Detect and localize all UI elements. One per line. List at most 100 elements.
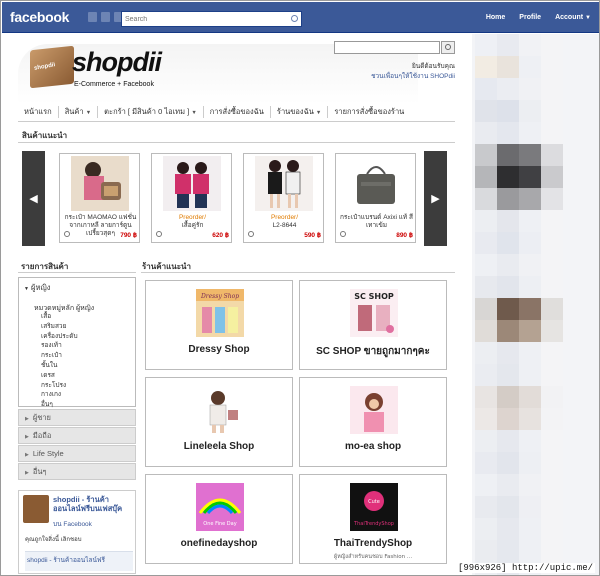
product-footer: 890 ฿ [338, 231, 415, 240]
svg-text:Cute: Cute [368, 499, 380, 505]
dropdown-icon: ▼ [191, 109, 197, 116]
messages-icon[interactable] [101, 12, 110, 22]
category-item[interactable]: กระเป๋า [41, 351, 78, 361]
nav-products[interactable]: สินค้า ▼ [59, 105, 99, 118]
friend-requests-icon[interactable] [88, 12, 97, 22]
search-icon[interactable] [291, 15, 298, 22]
facebook-like-box: shopdii - ร้านค้าออนไลน์ฟรีบนเฟสบุ๊ค บน … [18, 490, 136, 574]
nav-shop-orders[interactable]: รายการสั่งซื้อของร้าน [328, 106, 410, 118]
shop-card[interactable]: Dressy Shop Dressy Shop [145, 280, 293, 370]
shop-name: onefinedayshop [180, 538, 258, 549]
nav-label: ตะกร้า [ มีสินค้า 0 ไอเทม ] [104, 106, 190, 116]
product-image [255, 156, 313, 211]
category-item[interactable]: รองเท้า [41, 341, 78, 351]
svg-text:One Fine Day: One Fine Day [203, 521, 236, 527]
carousel-next-button[interactable]: ▶ [424, 151, 447, 246]
facebook-search [121, 11, 302, 27]
category-item[interactable]: กระโปรง [41, 381, 78, 391]
zoom-icon[interactable] [64, 231, 70, 237]
preorder-tag: Preorder/ [178, 214, 207, 221]
category-item[interactable]: เครื่องประดับ [41, 332, 78, 342]
site-search-input[interactable] [334, 41, 440, 54]
arrow-right-icon: ▶ [431, 192, 440, 205]
fanpage-post[interactable]: shopdii - ร้านค้าออนไลน์ฟรี [25, 551, 133, 571]
nav-home[interactable]: Home [486, 14, 505, 21]
shop-app: shopdii shopdii E-Commerce + Facebook ยิ… [4, 34, 467, 574]
product-card[interactable]: กระเป๋า MAOMAO แฟชั่นจากเกาหลี ลายการ์ตู… [59, 153, 140, 243]
nav-account[interactable]: Account ▼ [555, 14, 591, 21]
shop-thumbnail [196, 386, 244, 434]
facebook-search-input[interactable] [122, 12, 287, 26]
nav-my-orders[interactable]: การสั่งซื้อของฉัน [204, 105, 271, 118]
category-group-label: Life Style [32, 449, 64, 458]
product-card[interactable]: กระเป๋าแบรนด์ Axixi แท้ สีเทาเข้ม 890 ฿ [335, 153, 416, 243]
shop-name: SC SHOP ขายถูกมากๆคะ [316, 346, 430, 357]
fanpage-title[interactable]: shopdii - ร้านค้าออนไลน์ฟรีบนเฟสบุ๊ค [53, 495, 133, 513]
facebook-top-bar: facebook Home Profile Account ▼ [2, 2, 599, 33]
nav-label: ร้านของฉัน [276, 106, 314, 116]
site-search-button[interactable] [441, 41, 455, 54]
shop-thumbnail [350, 386, 398, 434]
category-item[interactable]: ชั้นใน [41, 361, 78, 371]
product-footer: 620 ฿ [154, 231, 231, 240]
category-item[interactable]: เดรส [41, 371, 78, 381]
fanpage-like-status[interactable]: คุณถูกใจสิ่งนี้ เลิกชอบ [25, 534, 82, 544]
product-card[interactable]: Preorder/เสื้อคู่รัก 620 ฿ [151, 153, 232, 243]
product-footer: 790 ฿ [62, 231, 139, 240]
image-watermark: [996x926] http://upic.me/ [455, 563, 595, 573]
zoom-icon[interactable] [156, 231, 162, 237]
category-item[interactable]: กางเกง [41, 390, 78, 400]
carousel-prev-button[interactable]: ◀ [22, 151, 45, 246]
shop-card[interactable]: Lineleela Shop [145, 377, 293, 467]
shop-card[interactable]: Cute ThaiTrendyShop ThaiTrendyShop ผู้หญ… [299, 474, 447, 564]
shop-name: mo-ea shop [344, 441, 402, 452]
search-icon [445, 44, 451, 50]
category-group-mobile[interactable]: ▶ มือถือ [18, 427, 136, 444]
expanded-triangle-icon: ▼ [24, 286, 29, 292]
fanpage-on-facebook[interactable]: บน Facebook [53, 519, 92, 529]
shop-card[interactable]: One Fine Day onefinedayshop [145, 474, 293, 564]
collapsed-triangle-icon: ▶ [25, 434, 29, 440]
divider [18, 142, 455, 143]
facebook-logo[interactable]: facebook [10, 9, 69, 25]
category-group-men[interactable]: ▶ ผู้ชาย [18, 409, 136, 426]
collapsed-triangle-icon: ▶ [25, 470, 29, 476]
dropdown-icon: ▼ [85, 109, 92, 116]
nav-label: หน้าแรก [24, 106, 52, 116]
dropdown-icon: ▼ [315, 109, 322, 116]
fanpage-avatar[interactable] [23, 495, 49, 523]
category-group-label: ผู้หญิง [31, 283, 51, 292]
facebook-nav: Home Profile Account ▼ [486, 14, 591, 21]
category-panel: ▼ ผู้หญิง หมวดหมู่หลัก ผู้หญิง เสื้อ เสร… [18, 277, 136, 408]
category-group-women[interactable]: ▼ ผู้หญิง [24, 282, 50, 294]
shop-name: Lineleela Shop [183, 441, 255, 452]
category-item[interactable]: เสริมสวย [41, 322, 78, 332]
welcome-text: ยินดีต้อนรับคุณ ชวนเพื่อนๆให้ใช้งาน SHOP… [371, 62, 455, 82]
svg-text:Dressy Shop: Dressy Shop [200, 293, 239, 300]
nav-label: รายการสั่งซื้อของร้าน [334, 106, 405, 116]
nav-home-th[interactable]: หน้าแรก [18, 105, 59, 118]
product-price: 620 ฿ [212, 232, 229, 239]
product-card[interactable]: Preorder/L2-8644 590 ฿ [243, 153, 324, 243]
category-group-label: ผู้ชาย [32, 413, 51, 422]
zoom-icon[interactable] [340, 231, 346, 237]
svg-text:ThaiTrendyShop: ThaiTrendyShop [353, 521, 394, 527]
category-item[interactable]: เสื้อ [41, 312, 78, 322]
featured-carousel: ◀ กระเป๋า MAOMAO แฟชั่นจากเกาหลี ลายการ์… [22, 149, 447, 246]
svg-text:SC SHOP: SC SHOP [354, 292, 394, 301]
nav-account-label: Account [555, 14, 584, 21]
notification-icons [88, 12, 123, 22]
site-logo[interactable]: shopdii [72, 47, 162, 78]
shop-card[interactable]: SC SHOP SC SHOP ขายถูกมากๆคะ [299, 280, 447, 370]
nav-my-shop[interactable]: ร้านของฉัน ▼ [271, 105, 329, 118]
category-group-lifestyle[interactable]: ▶ Life Style [18, 445, 136, 462]
shop-card[interactable]: mo-ea shop [299, 377, 447, 467]
category-group-other[interactable]: ▶ อื่นๆ [18, 463, 136, 480]
nav-profile[interactable]: Profile [519, 14, 541, 21]
invite-friends-link[interactable]: ชวนเพื่อนๆให้ใช้งาน SHOPdii [371, 72, 455, 82]
zoom-icon[interactable] [248, 231, 254, 237]
nav-cart[interactable]: ตะกร้า [ มีสินค้า 0 ไอเทม ] ▼ [98, 105, 204, 118]
product-footer: 590 ฿ [246, 231, 323, 240]
shop-description: ผู้หญิงสำหรับคนชอบ Fashion ... [333, 554, 413, 560]
collapsed-triangle-icon: ▶ [25, 416, 29, 422]
